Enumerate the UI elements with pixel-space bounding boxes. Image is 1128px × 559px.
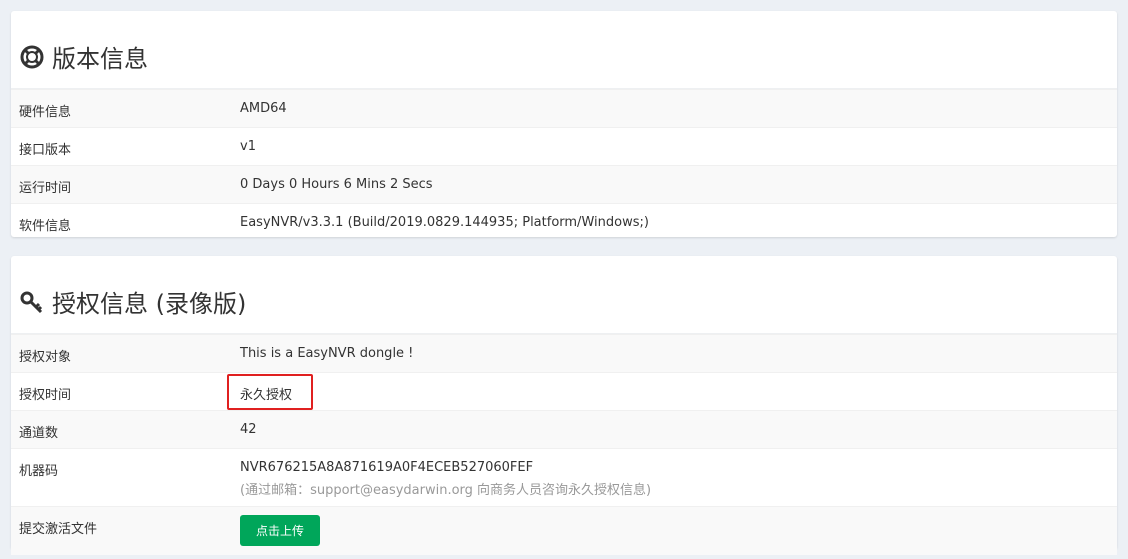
upload-button[interactable]: 点击上传: [240, 515, 320, 546]
version-info-title: 版本信息: [20, 39, 148, 74]
row-value: v1: [240, 139, 256, 154]
row-value: 42: [240, 422, 257, 437]
row-label: 机器码: [19, 464, 59, 479]
license-row-licensee: 授权对象 This is a EasyNVR dongle !: [11, 334, 1117, 372]
license-info-panel: 授权信息 (录像版) 授权对象 This is a EasyNVR dongle…: [11, 256, 1117, 555]
key-icon: [20, 290, 44, 314]
license-info-title-text: 授权信息 (录像版): [52, 290, 247, 318]
license-info-header: 授权信息 (录像版): [11, 256, 1117, 334]
row-label: 授权对象: [19, 350, 72, 365]
row-label: 通道数: [19, 426, 59, 441]
info-row-hardware: 硬件信息 AMD64: [11, 89, 1117, 127]
version-info-title-text: 版本信息: [52, 45, 148, 73]
row-value: EasyNVR/v3.3.1 (Build/2019.0829.144935; …: [240, 215, 649, 230]
license-row-duration: 授权时间 永久授权: [11, 372, 1117, 410]
machine-code-note: (通过邮箱：support@easydarwin.org 向商务人员咨询永久授权…: [240, 483, 652, 498]
version-info-panel: 版本信息 硬件信息 AMD64 接口版本 v1 运行时间 0 Days 0 Ho…: [11, 11, 1117, 237]
info-row-uptime: 运行时间 0 Days 0 Hours 6 Mins 2 Secs: [11, 165, 1117, 203]
license-row-channels: 通道数 42: [11, 410, 1117, 448]
row-label: 运行时间: [19, 181, 72, 196]
info-row-software: 软件信息 EasyNVR/v3.3.1 (Build/2019.0829.144…: [11, 203, 1117, 241]
row-label: 接口版本: [19, 143, 72, 158]
row-label: 提交激活文件: [19, 522, 98, 537]
version-info-header: 版本信息: [11, 11, 1117, 89]
license-info-title: 授权信息 (录像版): [20, 284, 246, 319]
lifebuoy-icon: [20, 45, 44, 69]
license-row-machine-code: 机器码 NVR676215A8A871619A0F4ECEB527060FEF …: [11, 448, 1117, 506]
row-value: This is a EasyNVR dongle !: [240, 346, 414, 361]
machine-code-value: NVR676215A8A871619A0F4ECEB527060FEF: [240, 460, 534, 475]
row-value: AMD64: [240, 101, 287, 116]
highlight-annotation-box: [227, 374, 313, 410]
row-value: 0 Days 0 Hours 6 Mins 2 Secs: [240, 177, 433, 192]
row-label: 授权时间: [19, 388, 72, 403]
row-label: 硬件信息: [19, 105, 72, 120]
row-label: 软件信息: [19, 219, 72, 234]
license-row-activation: 提交激活文件 点击上传: [11, 506, 1117, 555]
info-row-api-version: 接口版本 v1: [11, 127, 1117, 165]
